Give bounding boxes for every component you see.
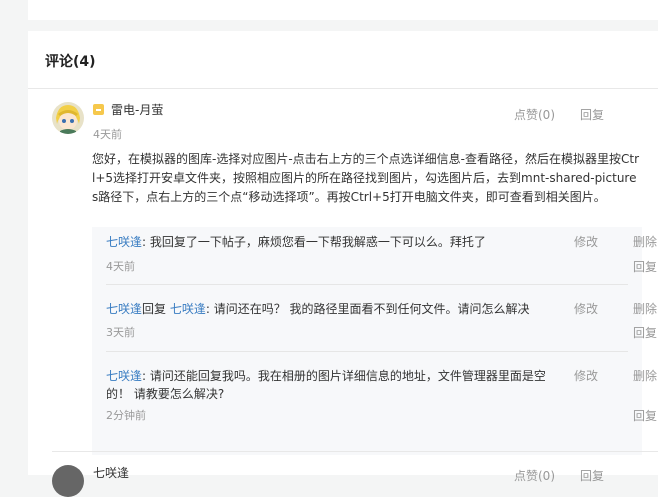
comments-section: 评论(4) 雷电-月萤 4天前 点赞(0) 回复 您好，在模拟器的图库-选择对应… (28, 31, 658, 497)
reply-text: 七咲逢: 请问还能回复我吗。我在相册的图片详细信息的地址，文件管理器里面是空的！… (106, 367, 546, 403)
delete-button[interactable]: 删除 (633, 233, 657, 250)
divider (28, 88, 658, 89)
reply-content: : 请问还能回复我吗。我在相册的图片详细信息的地址，文件管理器里面是空的！ 请教… (106, 369, 546, 401)
reply-list: 七咲逢: 我回复了一下帖子，麻烦您看一下帮我解惑一下可以么。拜托了 修改 删除 … (92, 227, 657, 455)
reply-content: : 请问还在吗？ 我的路径里面看不到任何文件。请问怎么解决 (205, 302, 530, 316)
reply-content: : 我回复了一下帖子，麻烦您看一下帮我解惑一下可以么。拜托了 (142, 235, 486, 249)
delete-button[interactable]: 删除 (633, 300, 657, 317)
reply-time: 2分钟前 (106, 409, 146, 422)
comment-time: 4天前 (93, 128, 122, 141)
reply-author[interactable]: 七咲逢 (106, 235, 142, 249)
edit-button[interactable]: 修改 (574, 300, 598, 317)
reply-author[interactable]: 七咲逢 (106, 302, 142, 316)
edit-button[interactable]: 修改 (574, 233, 598, 250)
delete-button[interactable]: 删除 (633, 367, 657, 384)
comment-text: 您好，在模拟器的图库-选择对应图片-点击右上方的三个点选详细信息-查看路径，然后… (92, 152, 640, 204)
reply-button[interactable]: 回复 (580, 106, 604, 123)
reply-time: 3天前 (106, 326, 135, 339)
reply-text: 七咲逢: 我回复了一下帖子，麻烦您看一下帮我解惑一下可以么。拜托了 (106, 233, 546, 251)
reply-button[interactable]: 回复 (633, 258, 657, 275)
reply-author[interactable]: 七咲逢 (106, 369, 142, 383)
reply-button[interactable]: 回复 (633, 324, 657, 341)
previous-card (28, 0, 658, 20)
reply-label: 回复 (142, 302, 170, 316)
divider (106, 351, 628, 352)
reply-button[interactable]: 回复 (580, 467, 604, 484)
reply-text: 七咲逢回复 七咲逢: 请问还在吗？ 我的路径里面看不到任何文件。请问怎么解决 (106, 300, 546, 318)
reply-target[interactable]: 七咲逢 (170, 302, 206, 316)
reply-button[interactable]: 回复 (633, 407, 657, 424)
like-button[interactable]: 点赞(0) (514, 467, 555, 484)
divider (106, 284, 628, 285)
avatar[interactable] (52, 102, 84, 134)
comment-author[interactable]: 雷电-月萤 (111, 101, 163, 118)
divider (52, 451, 658, 452)
edit-button[interactable]: 修改 (574, 367, 598, 384)
comment-author[interactable]: 七咲逢 (93, 464, 129, 481)
section-title: 评论(4) (45, 54, 96, 70)
user-badge-icon (93, 104, 104, 115)
reply-time: 4天前 (106, 260, 135, 273)
like-button[interactable]: 点赞(0) (514, 106, 555, 123)
avatar[interactable] (52, 465, 84, 497)
